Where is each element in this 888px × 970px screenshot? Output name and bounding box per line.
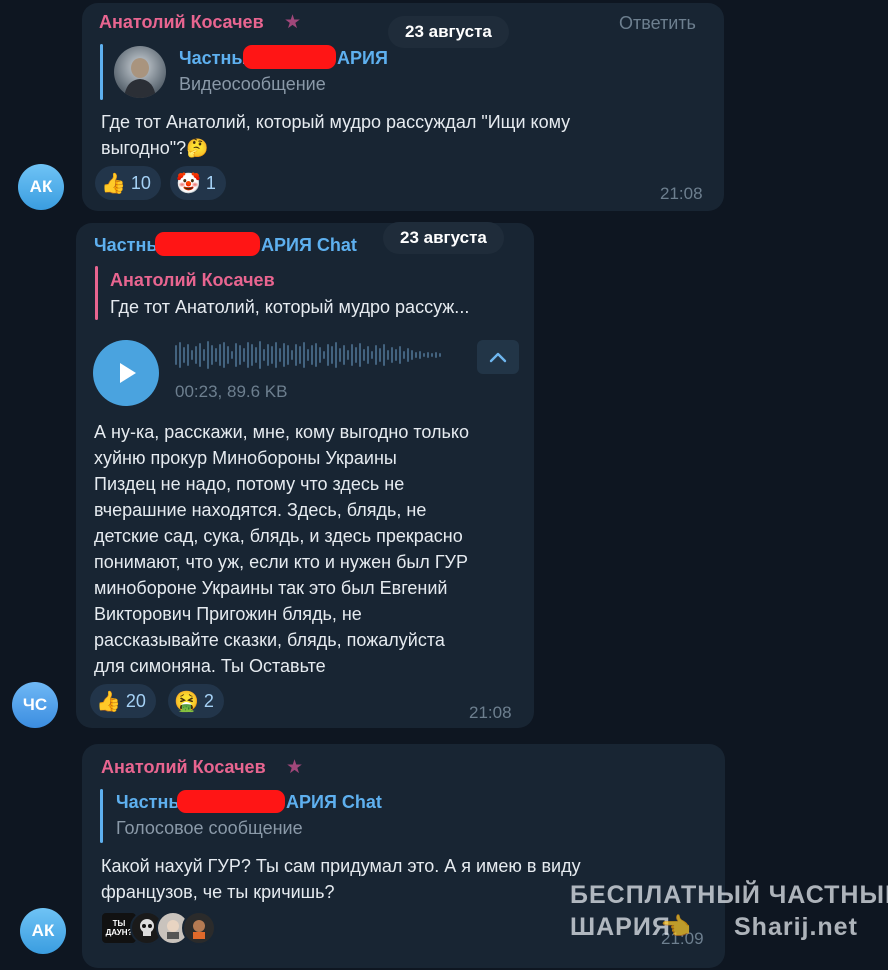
redaction-mark (243, 45, 336, 69)
message-text: Какой нахуй ГУР? Ты сам придумал это. А … (101, 856, 581, 902)
avatar[interactable]: ЧС (12, 682, 58, 728)
reaction-count: 10 (130, 172, 151, 193)
reaction-count: 2 (203, 690, 214, 711)
quote-text: Где тот Анатолий, который мудро рассуж..… (110, 297, 470, 317)
premium-star-icon: ★ (284, 12, 302, 33)
play-button[interactable] (93, 340, 159, 406)
collapse-button[interactable] (477, 340, 519, 374)
message-time: 21:08 (469, 703, 512, 722)
reaction-stickers[interactable]: ТЫ ДАУН? (100, 911, 216, 945)
reply-button[interactable]: Ответить (619, 13, 696, 34)
watermark-line-2-left: ШАРИЯ (570, 913, 671, 941)
sender-name[interactable]: Анатолий Косачев (99, 12, 264, 33)
sender-name[interactable]: Анатолий Косачев (101, 757, 266, 778)
quote-bar (95, 266, 98, 320)
sender-name-left[interactable]: Частны (94, 235, 162, 256)
quote-type: Голосовое сообщение (116, 818, 303, 838)
vomit-face-icon: 🤮 (174, 690, 199, 713)
reaction-count: 20 (125, 690, 146, 711)
pointing-hand-icon: 👈 (660, 913, 693, 941)
sender-name-right[interactable]: АРИЯ Chat (261, 235, 357, 256)
reaction-count: 1 (205, 172, 216, 193)
message-text: Где тот Анатолий, который мудро рассужда… (101, 112, 571, 158)
quote-type: Видеосообщение (179, 74, 326, 94)
clown-icon: 🤡 (176, 172, 201, 195)
audio-waveform[interactable] (175, 340, 441, 370)
quote-author[interactable]: Анатолий Косачев (110, 270, 275, 291)
watermark-line-1: БЕСПЛАТНЫЙ ЧАСТНЫЙ (570, 881, 888, 909)
person-sticker-icon (182, 911, 216, 945)
audio-duration-size: 00:23, 89.6 KB (175, 382, 288, 401)
premium-star-icon: ★ (286, 757, 304, 778)
redaction-mark (177, 790, 285, 813)
quote-author-right[interactable]: АРИЯ (337, 48, 388, 69)
quote-bar (100, 44, 103, 100)
chevron-up-icon (489, 352, 507, 363)
reaction-thumbs-up[interactable]: 👍 20 (90, 684, 156, 718)
redaction-mark (155, 232, 260, 256)
play-icon (120, 363, 136, 383)
reaction-thumbs-up[interactable]: 👍 10 (95, 166, 161, 200)
watermark-line-2-right: Sharij.net (734, 913, 858, 941)
video-message-thumbnail[interactable] (114, 46, 166, 98)
reaction-clown[interactable]: 🤡 1 (170, 166, 226, 200)
quote-author-left[interactable]: Частны (116, 792, 184, 813)
date-badge: 23 августа (388, 16, 509, 48)
thumbs-up-icon: 👍 (96, 690, 121, 713)
message-time: 21:08 (660, 184, 703, 203)
quote-bar (100, 789, 103, 843)
thumbs-up-icon: 👍 (101, 172, 126, 195)
quote-author-right[interactable]: АРИЯ Chat (286, 792, 382, 813)
reaction-vomit[interactable]: 🤮 2 (168, 684, 224, 718)
quote-author-left[interactable]: Частны (179, 48, 247, 69)
avatar[interactable]: АК (18, 164, 64, 210)
avatar[interactable]: АК (20, 908, 66, 954)
date-badge: 23 августа (383, 222, 504, 254)
message-text: А ну-ка, расскажи, мне, кому выгодно тол… (94, 422, 469, 676)
